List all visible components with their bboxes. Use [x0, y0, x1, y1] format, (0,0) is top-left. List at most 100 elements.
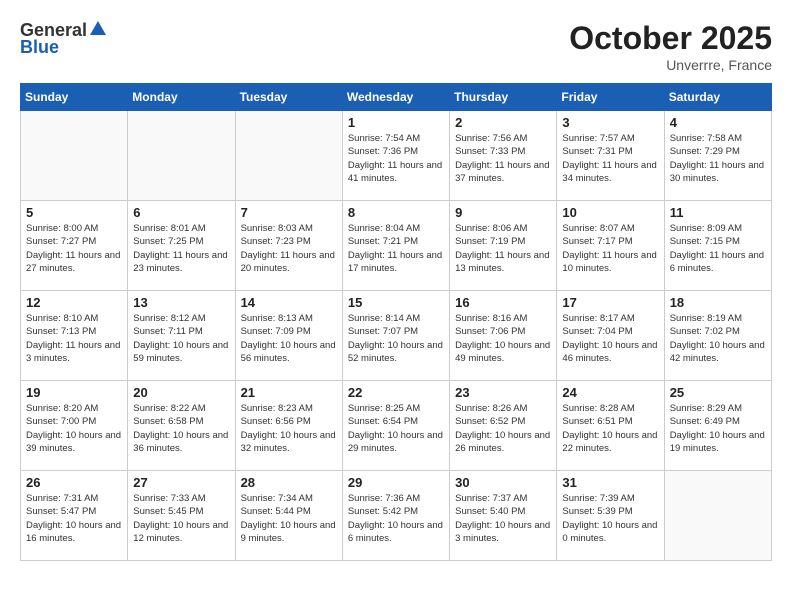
- day-of-week-header: Sunday: [21, 84, 128, 111]
- calendar-week-row: 26 Sunrise: 7:31 AM Sunset: 5:47 PM Dayli…: [21, 471, 772, 561]
- calendar-day-cell: 17 Sunrise: 8:17 AM Sunset: 7:04 PM Dayli…: [557, 291, 664, 381]
- calendar-week-row: 5 Sunrise: 8:00 AM Sunset: 7:27 PM Daylig…: [21, 201, 772, 291]
- calendar-day-cell: 3 Sunrise: 7:57 AM Sunset: 7:31 PM Daylig…: [557, 111, 664, 201]
- day-number: 4: [670, 115, 766, 130]
- day-info: Sunrise: 8:17 AM Sunset: 7:04 PM Dayligh…: [562, 312, 658, 365]
- calendar-day-cell: 24Sunrise: 8:28 AM Sunset: 6:51 PM Dayli…: [557, 381, 664, 471]
- calendar-day-cell: 6Sunrise: 8:01 AM Sunset: 7:25 PM Daylig…: [128, 201, 235, 291]
- calendar-day-cell: 23 Sunrise: 8:26 AM Sunset: 6:52 PM Dayli…: [450, 381, 557, 471]
- day-number: 29: [348, 475, 444, 490]
- day-number: 26: [26, 475, 122, 490]
- day-of-week-header: Wednesday: [342, 84, 449, 111]
- day-of-week-header: Friday: [557, 84, 664, 111]
- day-of-week-header: Monday: [128, 84, 235, 111]
- day-info: Sunrise: 7:33 AM Sunset: 5:45 PM Dayligh…: [133, 492, 229, 545]
- calendar-day-cell: [128, 111, 235, 201]
- day-number: 7: [241, 205, 337, 220]
- day-number: 10: [562, 205, 658, 220]
- day-info: Sunrise: 8:13 AM Sunset: 7:09 PM Dayligh…: [241, 312, 337, 365]
- location: Unverrre, France: [569, 57, 772, 73]
- day-info: Sunrise: 8:20 AM Sunset: 7:00 PM Dayligh…: [26, 402, 122, 455]
- page-header: General Blue October 2025 Unverrre, Fran…: [20, 20, 772, 73]
- calendar-week-row: 19Sunrise: 8:20 AM Sunset: 7:00 PM Dayli…: [21, 381, 772, 471]
- day-info: Sunrise: 8:28 AM Sunset: 6:51 PM Dayligh…: [562, 402, 658, 455]
- day-number: 16: [455, 295, 551, 310]
- calendar-day-cell: 31 Sunrise: 7:39 AM Sunset: 5:39 PM Dayli…: [557, 471, 664, 561]
- day-info: Sunrise: 8:26 AM Sunset: 6:52 PM Dayligh…: [455, 402, 551, 455]
- calendar-day-cell: 20Sunrise: 8:22 AM Sunset: 6:58 PM Dayli…: [128, 381, 235, 471]
- day-number: 30: [455, 475, 551, 490]
- day-of-week-header: Tuesday: [235, 84, 342, 111]
- calendar-day-cell: 9 Sunrise: 8:06 AM Sunset: 7:19 PM Daylig…: [450, 201, 557, 291]
- month-title: October 2025: [569, 20, 772, 57]
- calendar-day-cell: 12Sunrise: 8:10 AM Sunset: 7:13 PM Dayli…: [21, 291, 128, 381]
- day-number: 31: [562, 475, 658, 490]
- day-info: Sunrise: 8:19 AM Sunset: 7:02 PM Dayligh…: [670, 312, 766, 365]
- calendar-day-cell: 22Sunrise: 8:25 AM Sunset: 6:54 PM Dayli…: [342, 381, 449, 471]
- day-info: Sunrise: 8:06 AM Sunset: 7:19 PM Dayligh…: [455, 222, 551, 275]
- day-of-week-header: Saturday: [664, 84, 771, 111]
- calendar-day-cell: 1 Sunrise: 7:54 AM Sunset: 7:36 PM Daylig…: [342, 111, 449, 201]
- calendar-day-cell: [664, 471, 771, 561]
- day-info: Sunrise: 8:22 AM Sunset: 6:58 PM Dayligh…: [133, 402, 229, 455]
- logo-blue-text: Blue: [20, 37, 59, 58]
- day-number: 22: [348, 385, 444, 400]
- day-of-week-header: Thursday: [450, 84, 557, 111]
- day-number: 21: [241, 385, 337, 400]
- logo: General Blue: [20, 20, 106, 58]
- day-number: 15: [348, 295, 444, 310]
- day-number: 23: [455, 385, 551, 400]
- calendar-day-cell: 8 Sunrise: 8:04 AM Sunset: 7:21 PM Daylig…: [342, 201, 449, 291]
- day-number: 13: [133, 295, 229, 310]
- calendar-day-cell: 7 Sunrise: 8:03 AM Sunset: 7:23 PM Daylig…: [235, 201, 342, 291]
- calendar-table: SundayMondayTuesdayWednesdayThursdayFrid…: [20, 83, 772, 561]
- day-info: Sunrise: 7:56 AM Sunset: 7:33 PM Dayligh…: [455, 132, 551, 185]
- calendar-day-cell: 11 Sunrise: 8:09 AM Sunset: 7:15 PM Dayli…: [664, 201, 771, 291]
- calendar-day-cell: [21, 111, 128, 201]
- calendar-day-cell: 10 Sunrise: 8:07 AM Sunset: 7:17 PM Dayli…: [557, 201, 664, 291]
- day-info: Sunrise: 8:16 AM Sunset: 7:06 PM Dayligh…: [455, 312, 551, 365]
- calendar-day-cell: 25Sunrise: 8:29 AM Sunset: 6:49 PM Dayli…: [664, 381, 771, 471]
- day-number: 17: [562, 295, 658, 310]
- day-info: Sunrise: 7:37 AM Sunset: 5:40 PM Dayligh…: [455, 492, 551, 545]
- day-info: Sunrise: 7:31 AM Sunset: 5:47 PM Dayligh…: [26, 492, 122, 545]
- day-info: Sunrise: 8:10 AM Sunset: 7:13 PM Dayligh…: [26, 312, 122, 365]
- calendar-week-row: 12Sunrise: 8:10 AM Sunset: 7:13 PM Dayli…: [21, 291, 772, 381]
- day-number: 11: [670, 205, 766, 220]
- day-number: 1: [348, 115, 444, 130]
- calendar-day-cell: 15 Sunrise: 8:14 AM Sunset: 7:07 PM Dayli…: [342, 291, 449, 381]
- calendar-day-cell: 14 Sunrise: 8:13 AM Sunset: 7:09 PM Dayli…: [235, 291, 342, 381]
- day-info: Sunrise: 8:04 AM Sunset: 7:21 PM Dayligh…: [348, 222, 444, 275]
- logo-triangle-icon: [90, 21, 106, 40]
- calendar-day-cell: 29Sunrise: 7:36 AM Sunset: 5:42 PM Dayli…: [342, 471, 449, 561]
- day-info: Sunrise: 7:54 AM Sunset: 7:36 PM Dayligh…: [348, 132, 444, 185]
- day-number: 14: [241, 295, 337, 310]
- calendar-day-cell: 30 Sunrise: 7:37 AM Sunset: 5:40 PM Dayli…: [450, 471, 557, 561]
- day-info: Sunrise: 7:39 AM Sunset: 5:39 PM Dayligh…: [562, 492, 658, 545]
- day-number: 27: [133, 475, 229, 490]
- day-info: Sunrise: 8:14 AM Sunset: 7:07 PM Dayligh…: [348, 312, 444, 365]
- day-number: 5: [26, 205, 122, 220]
- calendar-day-cell: 2Sunrise: 7:56 AM Sunset: 7:33 PM Daylig…: [450, 111, 557, 201]
- day-info: Sunrise: 8:00 AM Sunset: 7:27 PM Dayligh…: [26, 222, 122, 275]
- title-area: October 2025 Unverrre, France: [569, 20, 772, 73]
- calendar-day-cell: 16 Sunrise: 8:16 AM Sunset: 7:06 PM Dayli…: [450, 291, 557, 381]
- day-number: 25: [670, 385, 766, 400]
- calendar-day-cell: 28 Sunrise: 7:34 AM Sunset: 5:44 PM Dayli…: [235, 471, 342, 561]
- day-info: Sunrise: 7:34 AM Sunset: 5:44 PM Dayligh…: [241, 492, 337, 545]
- day-info: Sunrise: 8:09 AM Sunset: 7:15 PM Dayligh…: [670, 222, 766, 275]
- day-info: Sunrise: 8:07 AM Sunset: 7:17 PM Dayligh…: [562, 222, 658, 275]
- day-number: 8: [348, 205, 444, 220]
- calendar-day-cell: 13 Sunrise: 8:12 AM Sunset: 7:11 PM Dayli…: [128, 291, 235, 381]
- day-number: 3: [562, 115, 658, 130]
- calendar-day-cell: 21 Sunrise: 8:23 AM Sunset: 6:56 PM Dayli…: [235, 381, 342, 471]
- day-info: Sunrise: 7:57 AM Sunset: 7:31 PM Dayligh…: [562, 132, 658, 185]
- day-number: 9: [455, 205, 551, 220]
- day-info: Sunrise: 8:12 AM Sunset: 7:11 PM Dayligh…: [133, 312, 229, 365]
- day-info: Sunrise: 8:03 AM Sunset: 7:23 PM Dayligh…: [241, 222, 337, 275]
- calendar-header-row: SundayMondayTuesdayWednesdayThursdayFrid…: [21, 84, 772, 111]
- day-info: Sunrise: 8:01 AM Sunset: 7:25 PM Dayligh…: [133, 222, 229, 275]
- day-number: 28: [241, 475, 337, 490]
- calendar-day-cell: 19Sunrise: 8:20 AM Sunset: 7:00 PM Dayli…: [21, 381, 128, 471]
- day-info: Sunrise: 8:23 AM Sunset: 6:56 PM Dayligh…: [241, 402, 337, 455]
